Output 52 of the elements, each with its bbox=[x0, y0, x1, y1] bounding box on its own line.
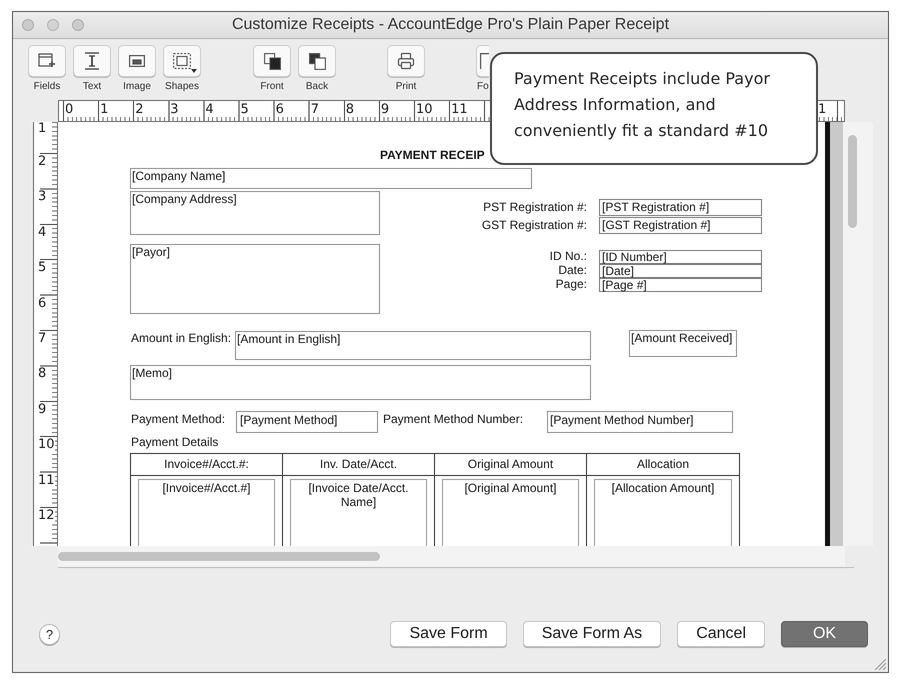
overlapping-squares-icon bbox=[264, 52, 280, 70]
callout-text: Payment Receipts include Payor Address Information, and conveniently fit a standard #10 bbox=[514, 68, 771, 142]
picture-frame-icon bbox=[129, 55, 145, 67]
field-label: GST Registration #: bbox=[482, 218, 587, 232]
page-icon bbox=[480, 53, 489, 69]
dialog-button[interactable]: OK bbox=[781, 621, 868, 647]
column-header: Allocation bbox=[587, 454, 739, 476]
form-field[interactable]: [Company Address] bbox=[130, 191, 380, 235]
field-label: PST Registration #: bbox=[483, 200, 587, 214]
form-heading: PAYMENT RECEIP bbox=[380, 148, 485, 162]
field-label: ID No.: bbox=[550, 250, 587, 263]
overlapping-squares-icon bbox=[308, 52, 326, 70]
dialog-button[interactable]: Save Form As bbox=[522, 621, 662, 647]
zoom-icon[interactable] bbox=[72, 19, 84, 31]
form-field[interactable]: [Amount in English] bbox=[235, 331, 591, 360]
dialog-button[interactable]: Save Form bbox=[390, 621, 507, 647]
form-field[interactable]: [Date] bbox=[599, 264, 762, 278]
scrollbar-thumb[interactable] bbox=[58, 552, 380, 561]
form-field[interactable]: [Page #] bbox=[599, 278, 762, 292]
form-plus-icon bbox=[38, 53, 56, 69]
caret-icon bbox=[191, 69, 197, 73]
scrollbar-thumb[interactable] bbox=[848, 135, 857, 228]
printer-icon bbox=[397, 52, 415, 70]
form-field[interactable]: [Amount Received] bbox=[629, 330, 737, 357]
column-header: Original Amount bbox=[435, 454, 586, 476]
form-field[interactable]: [ID Number] bbox=[599, 250, 762, 264]
form-field[interactable]: [Payment Method] bbox=[236, 411, 378, 433]
form-field[interactable]: [Payor] bbox=[130, 244, 380, 314]
close-icon[interactable] bbox=[22, 19, 34, 31]
resize-grip-icon[interactable] bbox=[875, 659, 886, 670]
window-title: Customize Receipts - AccountEdge Pro's Plain Paper Receipt bbox=[230, 15, 670, 35]
form-field[interactable]: [PST Registration #] bbox=[599, 199, 762, 216]
form-field[interactable]: [Payment Method Number] bbox=[547, 411, 733, 433]
section-label: Payment Details bbox=[131, 435, 218, 449]
field-label: Payment Method Number: bbox=[383, 412, 524, 426]
form-field[interactable]: [GST Registration #] bbox=[599, 217, 762, 234]
text-cursor-icon bbox=[85, 52, 99, 70]
minimize-icon[interactable] bbox=[47, 19, 59, 31]
form-field[interactable]: [Memo] bbox=[130, 365, 591, 400]
column-header: Inv. Date/Acct. bbox=[283, 454, 434, 476]
column-header: Invoice#/Acct.#: bbox=[131, 454, 282, 476]
help-button[interactable]: ? bbox=[39, 624, 60, 644]
dialog-button[interactable]: Cancel bbox=[677, 621, 765, 647]
field-label: Page: bbox=[556, 278, 587, 291]
ruler-number: 12 bbox=[38, 509, 55, 523]
ruler-number: 11 bbox=[38, 474, 55, 488]
form-field[interactable]: [Company Name] bbox=[130, 168, 532, 189]
field-label: Amount in English: bbox=[131, 331, 232, 345]
square-icon bbox=[173, 53, 191, 69]
ruler-number: 10 bbox=[38, 438, 55, 452]
field-label: Payment Method: bbox=[131, 412, 226, 426]
field-label: Date: bbox=[558, 264, 587, 277]
